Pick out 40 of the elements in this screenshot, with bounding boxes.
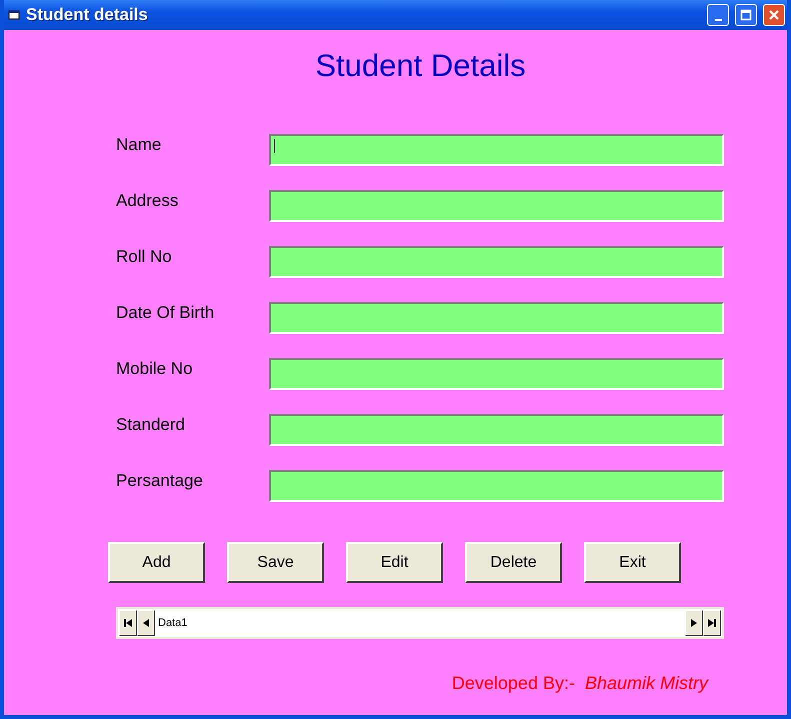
form-heading: Student Details — [314, 48, 526, 84]
action-button[interactable]: Delete — [465, 542, 562, 583]
input-field[interactable] — [269, 246, 724, 278]
maximize-button[interactable] — [735, 4, 757, 26]
input-field[interactable] — [269, 134, 724, 166]
data-control[interactable]: Data1 — [116, 607, 724, 639]
input-field[interactable] — [269, 358, 724, 390]
previous-record-button[interactable] — [137, 610, 155, 636]
last-record-button[interactable] — [703, 610, 721, 636]
window-title: Student details — [26, 5, 149, 25]
developer-label: Developed By:- — [452, 673, 575, 694]
field-label: Address — [116, 191, 180, 211]
field-label: Date Of Birth — [116, 303, 216, 323]
close-button[interactable] — [763, 4, 785, 26]
action-button[interactable]: Add — [108, 542, 205, 583]
action-button[interactable]: Exit — [584, 542, 681, 583]
input-field[interactable] — [269, 414, 724, 446]
skip-start-icon — [123, 618, 133, 628]
field-label: Roll No — [116, 247, 173, 267]
close-icon — [768, 9, 780, 21]
input-field[interactable] — [269, 470, 724, 502]
field-label: Standerd — [116, 415, 186, 435]
window-icon — [8, 9, 20, 21]
field-label: Name — [116, 135, 162, 155]
minimize-button[interactable] — [707, 4, 729, 26]
minimize-icon — [714, 19, 722, 21]
action-button[interactable]: Save — [227, 542, 324, 583]
action-button[interactable]: Edit — [346, 542, 443, 583]
input-field[interactable] — [269, 302, 724, 334]
data-caption: Data1 — [157, 617, 188, 629]
input-field[interactable] — [269, 190, 724, 222]
right-triangle-icon — [690, 618, 698, 628]
maximize-icon — [740, 9, 752, 21]
next-record-button[interactable] — [685, 610, 703, 636]
field-label: Mobile No — [116, 359, 194, 379]
field-label: Persantage — [116, 471, 204, 491]
left-triangle-icon — [142, 618, 150, 628]
skip-end-icon — [707, 618, 717, 628]
first-record-button[interactable] — [119, 610, 137, 636]
developer-name: Bhaumik Mistry — [584, 673, 708, 694]
